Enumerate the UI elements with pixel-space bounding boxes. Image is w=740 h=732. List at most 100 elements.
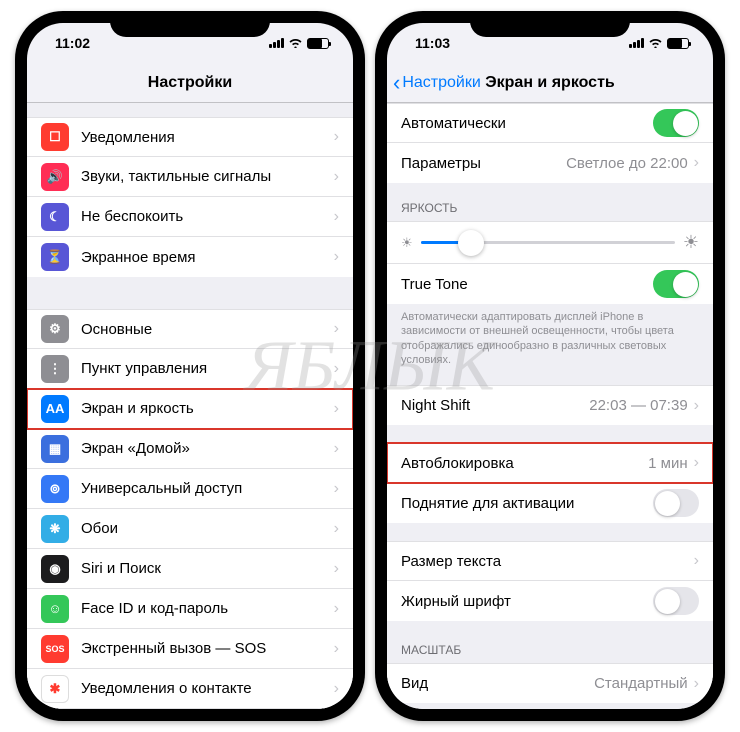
chevron-right-icon: › [334, 400, 339, 418]
sounds-icon: 🔊 [41, 163, 69, 191]
truetone-footer: Автоматически адаптировать дисплей iPhon… [387, 304, 713, 367]
row-label: Размер текста [401, 553, 694, 570]
sos-icon: SOS [41, 635, 69, 663]
row-sos[interactable]: SOS Экстренный вызов — SOS› [27, 629, 353, 669]
row-label: Night Shift [401, 397, 589, 414]
control-icon: ⋮ [41, 355, 69, 383]
section-nightshift: Night Shift 22:03 — 07:39 › [387, 385, 713, 425]
notch [470, 11, 630, 37]
screentime-icon: ⏳ [41, 243, 69, 271]
row-truetone[interactable]: True Tone [387, 264, 713, 304]
brightness-slider[interactable] [421, 241, 675, 244]
status-indicators [269, 36, 329, 51]
row-label: Уведомления [81, 129, 334, 146]
row-label: Основные [81, 321, 334, 338]
row-home[interactable]: ▦Экран «Домой»› [27, 429, 353, 469]
slider-thumb[interactable] [458, 230, 484, 256]
accessibility-icon: ⊚ [41, 475, 69, 503]
section-brightness: ☀ ☀ True Tone [387, 221, 713, 304]
display-icon: AA [41, 395, 69, 423]
row-label: Параметры [401, 155, 566, 172]
settings-list[interactable]: ☐Уведомления›🔊Звуки, тактильные сигналы›… [27, 103, 353, 709]
row-notifications[interactable]: ☐ Уведомления› [27, 117, 353, 157]
row-bold[interactable]: Жирный шрифт [387, 581, 713, 621]
chevron-right-icon: › [334, 520, 339, 538]
row-display[interactable]: AAЭкран и яркость› [27, 389, 353, 429]
row-label: Универсальный доступ [81, 480, 334, 497]
toggle-truetone[interactable] [653, 270, 699, 298]
row-value: 1 мин [648, 455, 688, 472]
status-indicators [629, 36, 689, 51]
row-general[interactable]: ⚙Основные› [27, 309, 353, 349]
row-autolock[interactable]: Автоблокировка 1 мин › [387, 443, 713, 483]
row-control[interactable]: ⋮ Пункт управления› [27, 349, 353, 389]
nav-bar: Настройки [27, 63, 353, 103]
display-settings[interactable]: Автоматически Параметры Светлое до 22:00… [387, 103, 713, 709]
clock: 11:03 [415, 35, 450, 51]
row-exposure[interactable]: ✱Уведомления о контакте› [27, 669, 353, 709]
row-label: True Tone [401, 276, 653, 293]
chevron-left-icon: ‹ [393, 72, 400, 94]
section-general: ⚙Основные›⋮Пункт управления›AAЭкран и яр… [27, 309, 353, 709]
section-notifications: ☐Уведомления›🔊Звуки, тактильные сигналы›… [27, 117, 353, 277]
wallpaper-icon: ❋ [41, 515, 69, 543]
chevron-right-icon: › [334, 248, 339, 266]
row-nightshift[interactable]: Night Shift 22:03 — 07:39 › [387, 385, 713, 425]
chevron-right-icon: › [694, 454, 699, 472]
back-button[interactable]: ‹ Настройки [393, 72, 481, 94]
row-label: Экстренный вызов — SOS [81, 640, 334, 657]
chevron-right-icon: › [334, 600, 339, 618]
back-label: Настройки [402, 74, 480, 92]
sun-small-icon: ☀ [401, 235, 413, 251]
clock: 11:02 [55, 35, 90, 51]
row-label: Автоматически [401, 115, 653, 132]
toggle-auto[interactable] [653, 109, 699, 137]
row-faceid[interactable]: ☺Face ID и код-пароль› [27, 589, 353, 629]
row-label: Вид [401, 675, 594, 692]
cellular-icon [269, 38, 284, 48]
brightness-slider-row: ☀ ☀ [387, 221, 713, 264]
row-accessibility[interactable]: ⊚ Универсальный доступ› [27, 469, 353, 509]
battery-icon [667, 38, 689, 49]
section-header-brightness: ЯРКОСТЬ [387, 201, 713, 221]
screen-right: 11:03 ‹ Настройки Экран и яркость Ав [387, 23, 713, 709]
row-sounds[interactable]: 🔊Звуки, тактильные сигналы› [27, 157, 353, 197]
chevron-right-icon: › [334, 208, 339, 226]
view-footer: Выберите вид для iPhone: «Увеличенный» п… [387, 703, 713, 709]
row-wallpaper[interactable]: ❋ Обои› [27, 509, 353, 549]
toggle-raise[interactable] [653, 489, 699, 517]
row-siri[interactable]: ◉Siri и Поиск› [27, 549, 353, 589]
section-appearance: Автоматически Параметры Светлое до 22:00… [387, 103, 713, 183]
row-params[interactable]: Параметры Светлое до 22:00 › [387, 143, 713, 183]
chevron-right-icon: › [334, 440, 339, 458]
wifi-icon [648, 36, 663, 51]
chevron-right-icon: › [334, 128, 339, 146]
row-auto[interactable]: Автоматически [387, 103, 713, 143]
section-autolock: Автоблокировка 1 мин › Поднятие для акти… [387, 443, 713, 523]
exposure-icon: ✱ [41, 675, 69, 703]
chevron-right-icon: › [334, 480, 339, 498]
chevron-right-icon: › [334, 360, 339, 378]
chevron-right-icon: › [334, 320, 339, 338]
row-label: Обои [81, 520, 334, 537]
row-label: Автоблокировка [401, 455, 648, 472]
cellular-icon [629, 38, 644, 48]
row-label: Уведомления о контакте [81, 680, 334, 697]
chevron-right-icon: › [334, 640, 339, 658]
row-label: Пункт управления [81, 360, 334, 377]
siri-icon: ◉ [41, 555, 69, 583]
row-textsize[interactable]: Размер текста › [387, 541, 713, 581]
row-value: 22:03 — 07:39 [589, 397, 687, 414]
section-text: Размер текста › Жирный шрифт [387, 541, 713, 621]
row-label: Жирный шрифт [401, 593, 653, 610]
row-view[interactable]: Вид Стандартный › [387, 663, 713, 703]
row-value: Светлое до 22:00 [566, 155, 688, 172]
toggle-bold[interactable] [653, 587, 699, 615]
notifications-icon: ☐ [41, 123, 69, 151]
row-raise[interactable]: Поднятие для активации [387, 483, 713, 523]
row-screentime[interactable]: ⏳Экранное время› [27, 237, 353, 277]
chevron-right-icon: › [694, 552, 699, 570]
row-dnd[interactable]: ☾Не беспокоить› [27, 197, 353, 237]
chevron-right-icon: › [694, 397, 699, 415]
section-zoom: Вид Стандартный › [387, 663, 713, 703]
